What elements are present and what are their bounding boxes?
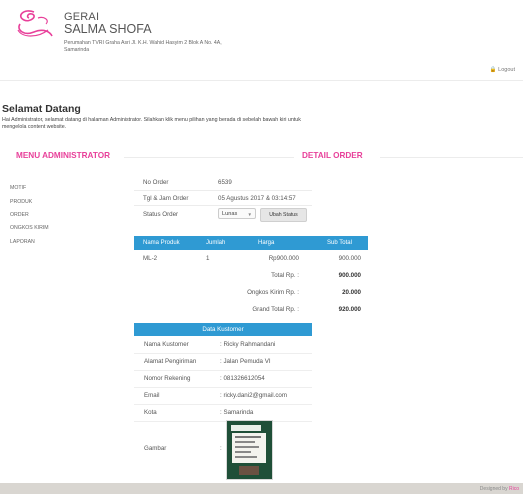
grand-total-label: Grand Total Rp. : [252, 306, 299, 313]
status-order-label: Status Order [143, 211, 179, 218]
image-label: Gambar [144, 445, 167, 452]
shipping-cost-label: Ongkos Kirim Rp. : [247, 289, 299, 296]
sidebar-item-laporan[interactable]: LAPORAN [10, 239, 35, 245]
intro-line-2: mengelola content website. [2, 123, 67, 130]
designed-by-credit: Designed by Rico [480, 486, 519, 492]
designer-link[interactable]: Rico [509, 486, 519, 492]
account-number-value: : 081326612054 [220, 375, 265, 382]
header-divider [0, 80, 523, 81]
no-order-value: 6539 [218, 179, 232, 186]
detail-title: DETAIL ORDER [302, 151, 363, 160]
logout-label: Logout [498, 67, 515, 73]
brand-address: Perumahan TVRI Graha Asri Jl. K.H. Wahid… [64, 40, 284, 53]
customer-name-value: : Ricky Rahmandani [220, 341, 276, 348]
menu-title-divider [124, 157, 294, 158]
city-label: Kota [144, 409, 157, 416]
total-value: 900.000 [338, 272, 361, 279]
detail-title-divider [380, 157, 523, 158]
info-row-divider [134, 205, 312, 206]
total-label: Total Rp. : [271, 272, 299, 279]
footer-bar [0, 483, 523, 494]
status-select-value: Lunas [222, 211, 238, 217]
address-line-2: Samarinda [64, 46, 90, 53]
customer-name-label: Nama Kustomer [144, 341, 189, 348]
change-status-button[interactable]: Ubah Status [260, 208, 307, 222]
column-header-sub-total: Sub Total [327, 240, 352, 246]
sidebar-item-order[interactable]: ORDER [10, 212, 29, 218]
image-colon: : [220, 445, 222, 452]
lock-icon: 🔒 [489, 67, 497, 73]
column-header-nama-produk: Nama Produk [143, 240, 180, 246]
customer-row-divider [134, 353, 312, 354]
sidebar-item-produk[interactable]: PRODUK [10, 199, 32, 205]
shipping-address-value: : Jalan Pemuda VI [220, 358, 271, 365]
shipping-address-label: Alamat Pengiriman [144, 358, 197, 365]
column-header-harga: Harga [258, 240, 275, 246]
logout-link[interactable]: 🔒 Logout [490, 67, 515, 73]
customer-row-divider [134, 404, 312, 405]
product-price-cell: Rp900.000 [268, 255, 299, 262]
welcome-title: Selamat Datang [2, 103, 81, 115]
menu-title: MENU ADMINISTRATOR [16, 151, 110, 160]
shipping-cost-value: 20.000 [342, 289, 361, 296]
customer-row-divider [134, 370, 312, 371]
sidebar-item-ongkos-kirim[interactable]: ONGKOS KIRIM [10, 225, 49, 231]
order-date-value: 05 Agustus 2017 & 03:14:57 [218, 195, 296, 202]
customer-section-header: Data Kustomer [134, 323, 312, 336]
account-number-label: Nomor Rekening [144, 375, 191, 382]
city-value: : Samarinda [220, 409, 254, 416]
product-subtotal-cell: 900.000 [338, 255, 361, 262]
status-order-select[interactable]: Lunas ▼ [218, 208, 256, 219]
info-row-divider [134, 190, 312, 191]
no-order-label: No Order [143, 179, 169, 186]
brand-name: SALMA SHOFA [64, 22, 152, 36]
product-qty-cell: 1 [206, 255, 210, 262]
sidebar-item-motif[interactable]: MOTIF [10, 185, 26, 191]
transfer-receipt-image[interactable] [226, 420, 273, 480]
order-date-label: Tgl & Jam Order [143, 195, 189, 202]
product-name-cell: ML-2 [143, 255, 158, 262]
chevron-down-icon: ▼ [247, 212, 252, 217]
grand-total-value: 920.000 [338, 306, 361, 313]
customer-row-divider [134, 421, 312, 422]
email-value: : ricky.dani2@gmail.com [220, 392, 288, 399]
email-label: Email [144, 392, 160, 399]
designed-by-label: Designed by [479, 486, 508, 492]
welcome-intro: Hai Administrator, selamat datang di hal… [2, 117, 402, 130]
logo-icon [17, 10, 53, 37]
customer-row-divider [134, 387, 312, 388]
column-header-jumlah: Jumlah [206, 240, 226, 246]
intro-line-1: Hai Administrator, selamat datang di hal… [2, 117, 301, 123]
